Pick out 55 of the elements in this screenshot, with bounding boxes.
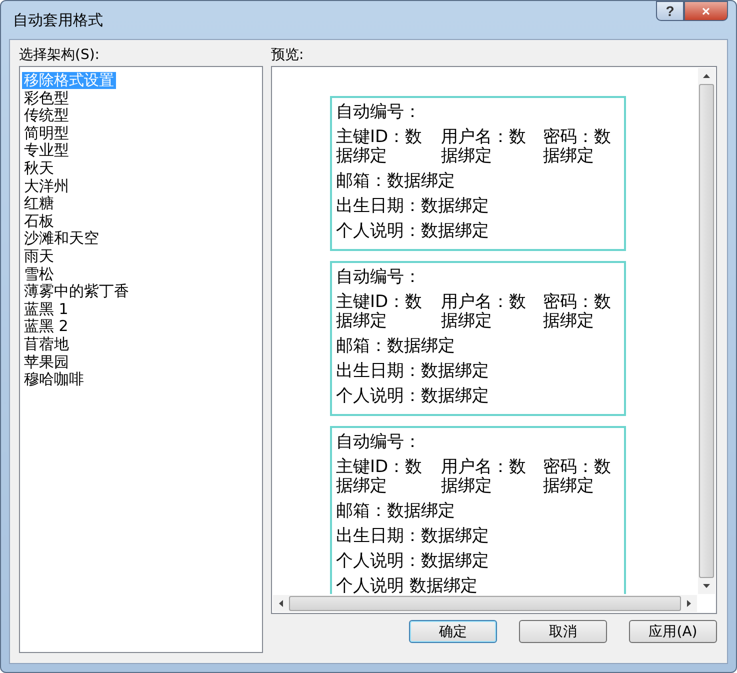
dialog-button[interactable]: 应用(A)	[629, 620, 717, 643]
schema-list[interactable]: 移除格式设置 彩色型 传统型 简明型 专业型 秋天 大洋州 红糖 石板 沙滩和天空 雨天 雪松 薄雾中的紫丁香 蓝黑 1 蓝黑 2 苜蓿地 苹果园 穆哈咖啡	[19, 66, 263, 653]
list-item[interactable]: 秋天	[22, 160, 56, 177]
field-text: 出生日期：数据绑定	[336, 527, 489, 546]
list-item[interactable]: 传统型	[22, 107, 71, 124]
field-text: 个人说明 数据绑定	[336, 577, 478, 594]
field-text: 自动编号：	[336, 433, 421, 452]
field-text: 密码：数据绑定	[543, 458, 612, 496]
list-item[interactable]: 大洋州	[22, 178, 71, 195]
list-item[interactable]: 专业型	[22, 142, 71, 160]
dialog-button[interactable]: 取消	[519, 620, 607, 643]
vertical-scrollbar[interactable]	[698, 68, 715, 594]
field-text: 邮箱：数据绑定	[336, 502, 455, 521]
field-text: 密码：数据绑定	[543, 293, 612, 331]
field-text: 用户名：数据绑定	[441, 458, 527, 496]
scroll-down-icon[interactable]	[703, 584, 710, 588]
list-item[interactable]: 沙滩和天空	[22, 230, 101, 248]
dialog-button[interactable]: 确定	[409, 620, 497, 643]
horizontal-scrollbar[interactable]	[273, 595, 697, 612]
list-item[interactable]: 苹果园	[22, 354, 71, 370]
list-item[interactable]: 蓝黑 1	[22, 300, 70, 318]
list-item[interactable]: 红糖	[22, 195, 56, 212]
field-text: 密码：数据绑定	[543, 128, 612, 166]
scroll-thumb[interactable]	[699, 84, 714, 578]
field-text: 用户名：数据绑定	[441, 128, 527, 166]
list-item[interactable]: 穆哈咖啡	[22, 371, 86, 388]
field-text: 自动编号：	[336, 103, 421, 122]
field-text: 邮箱：数据绑定	[336, 337, 455, 356]
scroll-up-icon[interactable]	[703, 74, 710, 78]
field-text: 主键ID：数据绑定	[336, 128, 424, 166]
preview-label: 预览:	[271, 46, 305, 65]
field-text: 个人说明：数据绑定	[336, 552, 489, 571]
field-text: 主键ID：数据绑定	[336, 293, 424, 331]
field-text: 个人说明：数据绑定	[336, 222, 489, 241]
list-item[interactable]: 雪松	[22, 266, 56, 283]
list-item[interactable]: 雨天	[22, 248, 56, 265]
field-text: 出生日期：数据绑定	[336, 362, 489, 381]
scroll-right-icon[interactable]	[687, 600, 691, 607]
scroll-thumb[interactable]	[289, 596, 681, 611]
list-item[interactable]: 简明型	[22, 124, 71, 142]
field-text: 个人说明：数据绑定	[336, 387, 489, 406]
list-item[interactable]: 彩色型	[22, 90, 71, 107]
list-item[interactable]: 薄雾中的紫丁香	[22, 283, 131, 300]
schema-label: 选择架构(S):	[19, 46, 101, 65]
field-text: 邮箱：数据绑定	[336, 172, 455, 191]
list-item[interactable]: 蓝黑 2	[22, 318, 70, 336]
list-item[interactable]: 石板	[22, 212, 56, 230]
field-text: 出生日期：数据绑定	[336, 197, 489, 216]
field-text: 自动编号：	[336, 268, 421, 287]
help-button[interactable]: ?	[656, 1, 684, 21]
window-title: 自动套用格式	[12, 10, 103, 30]
scroll-left-icon[interactable]	[279, 600, 283, 607]
field-text: 用户名：数据绑定	[441, 293, 527, 331]
field-text: 主键ID：数据绑定	[336, 458, 424, 496]
list-item[interactable]: 苜蓿地	[22, 336, 71, 353]
